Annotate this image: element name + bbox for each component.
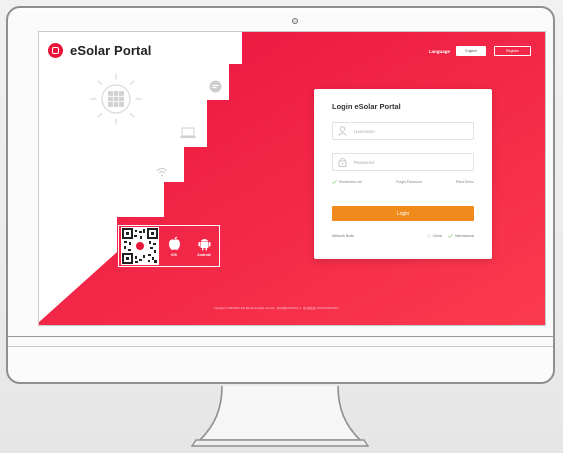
page-stage: eSolar Portal Language English Register xyxy=(0,0,563,453)
monitor-stand xyxy=(190,385,370,447)
